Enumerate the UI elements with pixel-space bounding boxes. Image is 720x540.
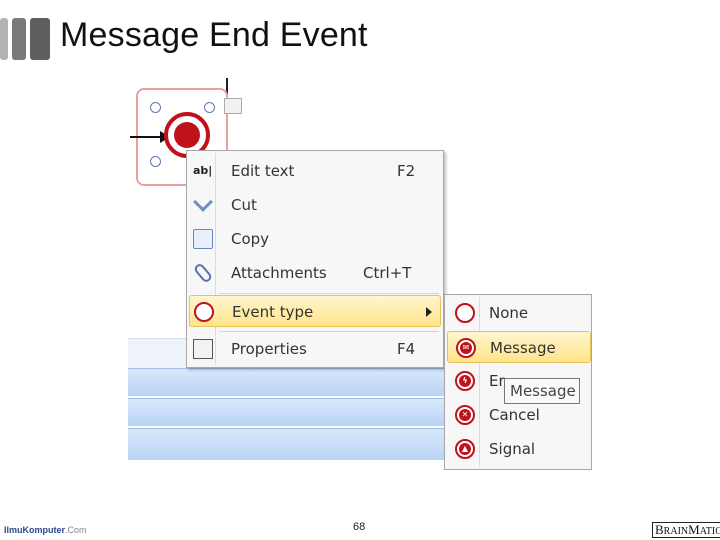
submenu-item-signal[interactable]: ▲ Signal <box>447 433 591 465</box>
submenu-item-label: None <box>489 304 529 322</box>
footer-site-domain: .Com <box>65 525 87 535</box>
menu-item-edit-text[interactable]: ab| Edit text F2 <box>189 155 441 187</box>
resize-handle[interactable] <box>150 156 161 167</box>
edit-text-icon: ab| <box>193 164 213 177</box>
menu-item-attachments[interactable]: Attachments Ctrl+T <box>189 257 441 289</box>
empty-circle-icon <box>455 303 475 323</box>
submenu-item-label: Er <box>489 372 505 390</box>
error-circle-icon: ϟ <box>455 371 475 391</box>
context-menu: ab| Edit text F2 Cut Copy Attachments Ct… <box>186 150 444 368</box>
submenu-item-message[interactable]: ✉ Message <box>447 331 591 363</box>
page-number: 68 <box>353 521 366 533</box>
incoming-flow-arrow <box>130 136 164 138</box>
menu-item-shortcut: F2 <box>397 162 416 180</box>
menu-item-shortcut: Ctrl+T <box>363 264 412 282</box>
menu-item-label: Event type <box>232 303 314 321</box>
copy-icon <box>193 229 213 249</box>
slide-title: Message End Event <box>60 16 368 54</box>
brainmatics-logo: BRAINMATICS <box>652 522 720 538</box>
slide: Message End Event ab| Edit text F2 Cut C… <box>0 0 720 540</box>
menu-item-label: Attachments <box>231 264 327 282</box>
scissors-icon <box>193 192 213 212</box>
resize-handle[interactable] <box>204 102 215 113</box>
menu-item-label: Properties <box>231 340 307 358</box>
tooltip: Message <box>504 378 580 404</box>
signal-circle-icon: ▲ <box>455 439 475 459</box>
menu-item-properties[interactable]: Properties F4 <box>189 333 441 365</box>
menu-item-label: Cut <box>231 196 257 214</box>
menu-item-shortcut: F4 <box>397 340 416 358</box>
menu-item-copy[interactable]: Copy <box>189 223 441 255</box>
envelope-circle-icon: ✉ <box>456 338 476 358</box>
menu-separator <box>219 331 439 332</box>
menu-item-label: Edit text <box>231 162 295 180</box>
event-ring-icon <box>194 302 214 322</box>
connector-handle[interactable] <box>224 98 242 114</box>
submenu-item-label: Message <box>490 339 556 357</box>
screenshot: ab| Edit text F2 Cut Copy Attachments Ct… <box>128 78 592 470</box>
menu-item-cut[interactable]: Cut <box>189 189 441 221</box>
submenu-item-label: Cancel <box>489 406 540 424</box>
paperclip-icon <box>192 262 214 284</box>
resize-handle[interactable] <box>150 102 161 113</box>
submenu-item-label: Signal <box>489 440 536 458</box>
submenu-item-none[interactable]: None <box>447 297 591 329</box>
footer-site-name: IlmuKomputer <box>4 525 66 535</box>
submenu-arrow-icon <box>426 307 432 317</box>
title-decoration <box>0 18 52 60</box>
menu-item-label: Copy <box>231 230 270 248</box>
menu-item-event-type[interactable]: Event type <box>189 295 441 327</box>
menu-separator <box>219 293 439 294</box>
footer-site: IlmuKomputer.Com <box>4 525 87 535</box>
properties-icon <box>193 339 213 359</box>
cancel-circle-icon: ✕ <box>455 405 475 425</box>
